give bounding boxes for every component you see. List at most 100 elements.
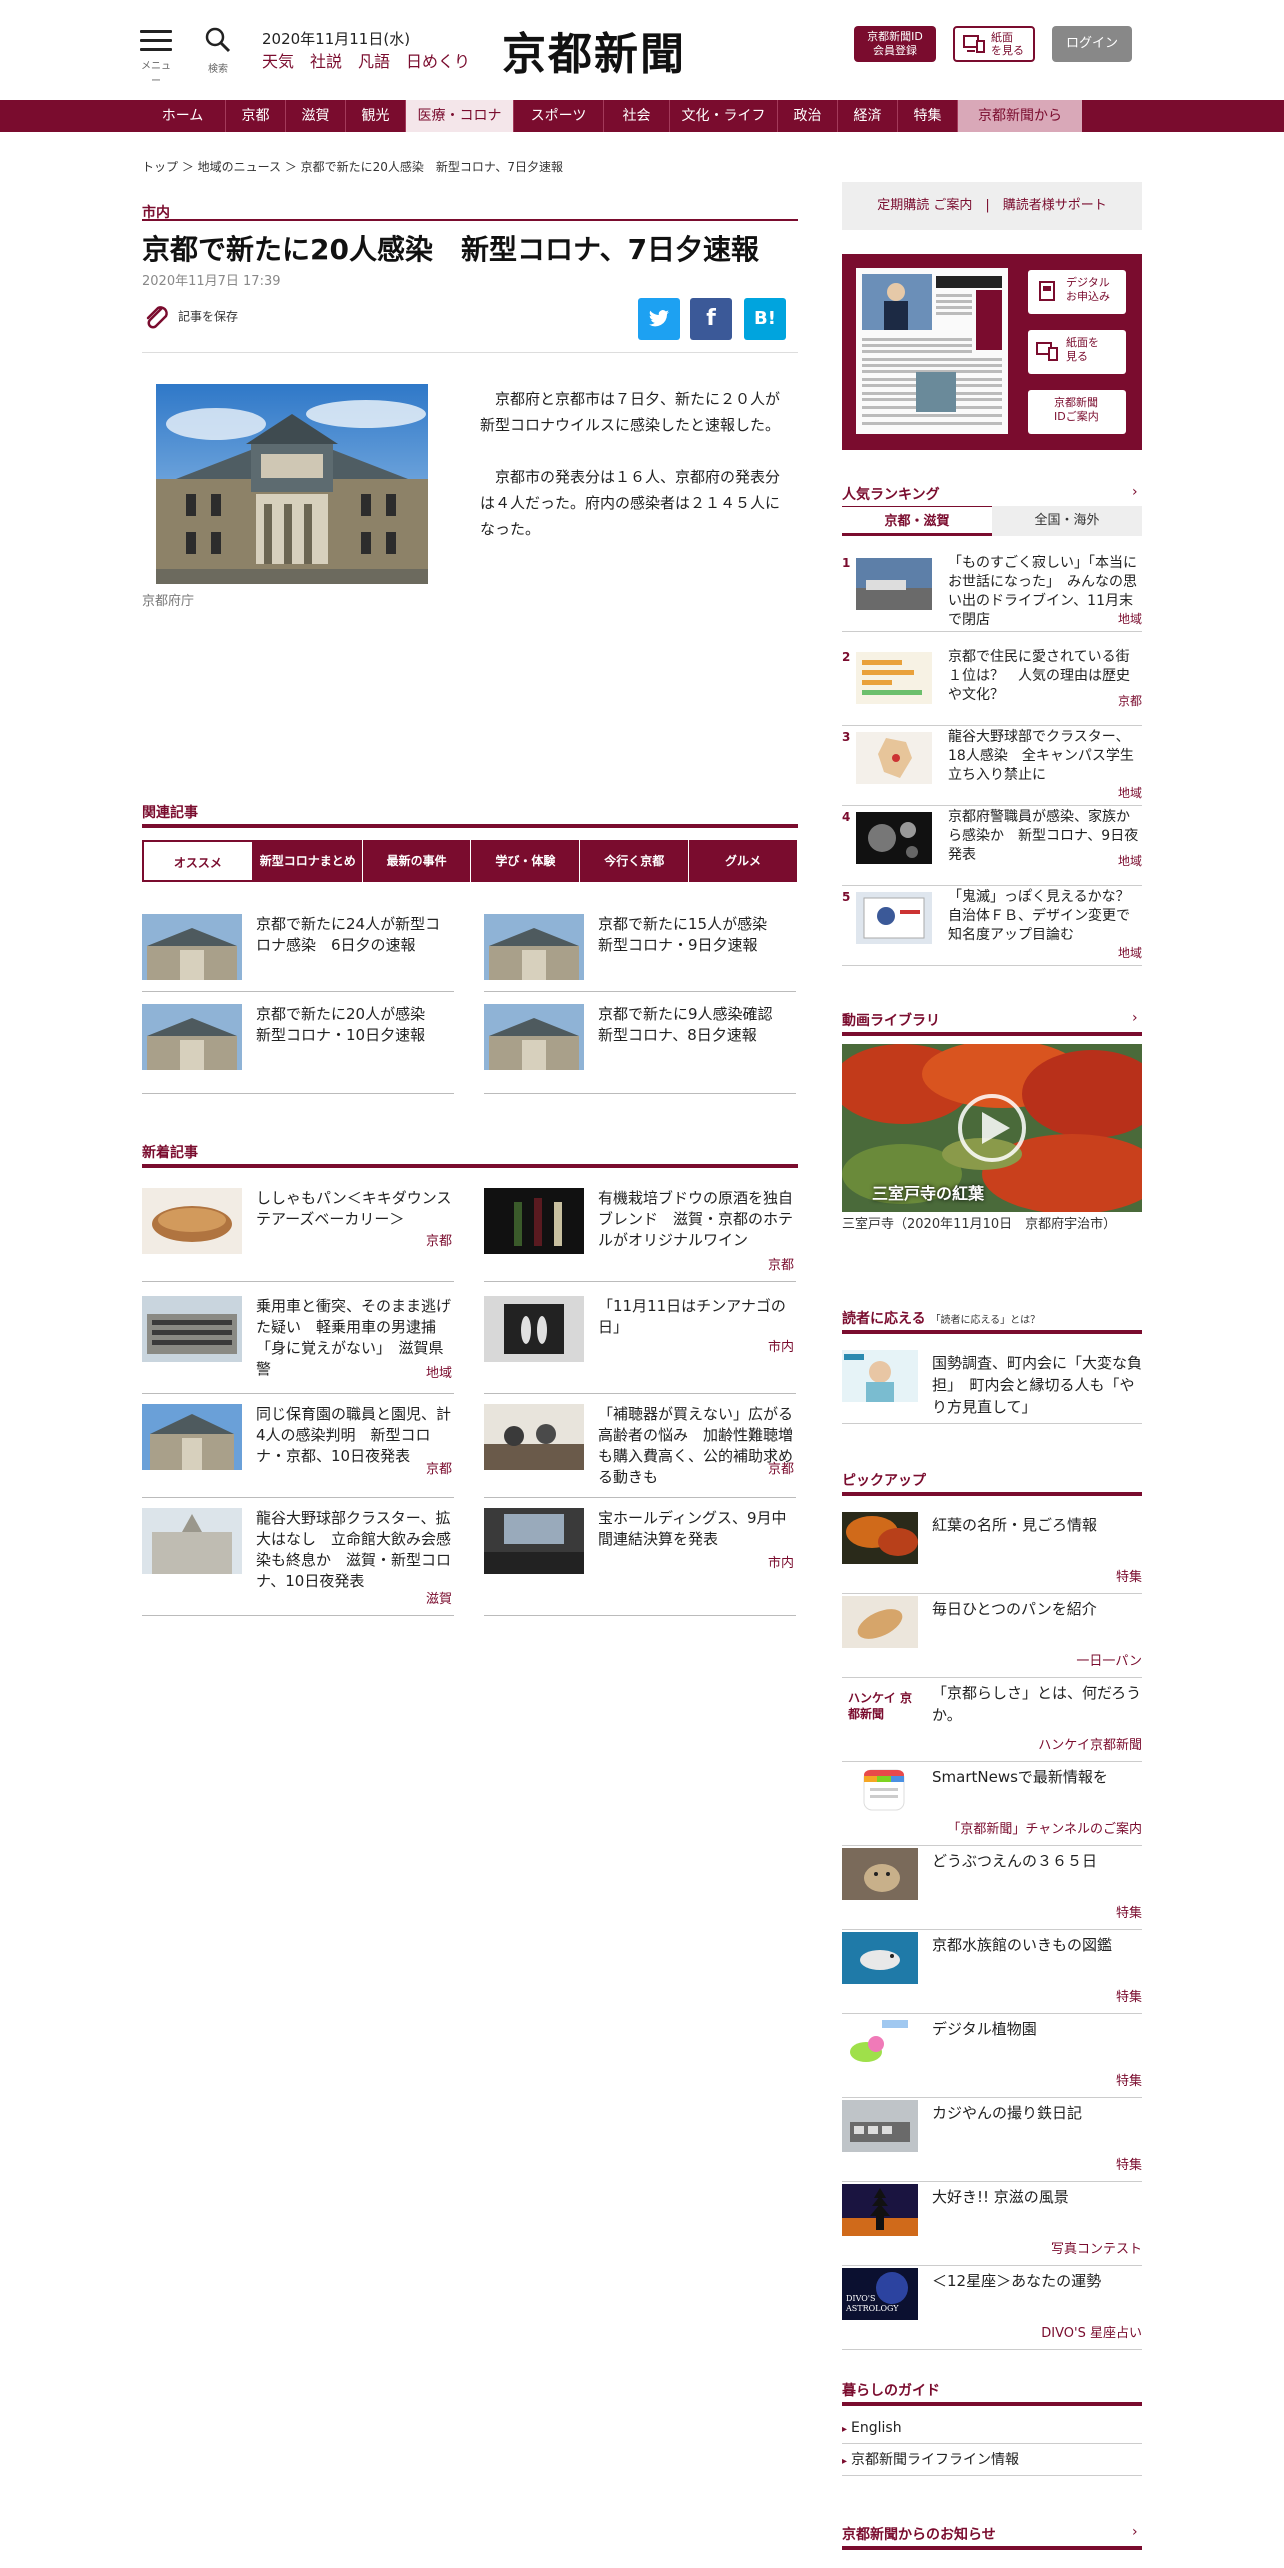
guide-lifeline-link[interactable]: 京都新聞ライフライン情報 (842, 2444, 1142, 2476)
newest-item[interactable]: 有機栽培ブドウの原酒を独自ブレンド 滋賀・京都のホテルがオリジナルワイン 京都 (484, 1188, 796, 1282)
pickup-item[interactable]: どうぶつえんの３６５日 特集 (842, 1846, 1142, 1930)
pickup-item[interactable]: 毎日ひとつのパンを紹介 一日一パン (842, 1594, 1142, 1678)
chevron-right-icon[interactable]: › (1132, 2524, 1138, 2540)
related-item[interactable]: 京都で新たに9人感染確認 新型コロナ、8日夕速報 (484, 1004, 796, 1094)
ranking-item[interactable]: 4 京都府警職員が感染、家族から感染か 新型コロナ、9日夜発表 地域 (842, 808, 1142, 886)
newest-item[interactable]: 乗用車と衝突、そのまま逃げた疑い 軽乗用車の男逮捕「身に覚えがない」 滋賀県警 … (142, 1296, 454, 1394)
rank-number: 1 (842, 556, 851, 570)
pickup-title: カジやんの撮り鉄日記 (932, 2104, 1083, 2122)
editorial-link[interactable]: 社説 (310, 52, 342, 71)
pickup-item[interactable]: カジやんの撮り鉄日記 特集 (842, 2098, 1142, 2182)
guide-english-link[interactable]: English (842, 2412, 1142, 2444)
newest-item[interactable]: 龍谷大野球部クラスター、拡大はなし 立命館大飲み会感染も終息か 滋賀・新型コロナ… (142, 1508, 454, 1616)
ranking-tag: 地域 (1113, 944, 1142, 961)
pickup-item[interactable]: DIVO'S ASTROLOGY ＜12星座＞あなたの運勢 DIVO'S 星座占… (842, 2266, 1142, 2350)
chevron-right-icon[interactable]: › (1132, 1010, 1138, 1026)
ranking-tab-national[interactable]: 全国・海外 (992, 506, 1142, 536)
notice-rule (842, 2546, 1142, 2550)
newest-tag: 京都 (767, 1462, 794, 1477)
ranking-tab-kyoto-shiga[interactable]: 京都・滋賀 (842, 506, 992, 536)
video-title: 三室戸寺の紅葉 (872, 1184, 985, 1203)
newest-heading: 新着記事 (142, 1145, 198, 1161)
nav-kyoto[interactable]: 京都 (226, 100, 286, 132)
view-paper-button[interactable]: 紙面 を見る (953, 26, 1035, 62)
ranking-item[interactable]: 5 「鬼滅」っぽく見えるかな？ 自治体ＦＢ、デザイン変更で知名度アップ目論む 地… (842, 888, 1144, 966)
ranking-item[interactable]: 3 龍谷大野球部でクラスター、18人感染 全キャンパス学生立ち入り禁止に 地域 (842, 728, 1142, 806)
nav-tokushu[interactable]: 特集 (898, 100, 958, 132)
newest-title: 有機栽培ブドウの原酒を独自ブレンド 滋賀・京都のホテルがオリジナルワイン (598, 1189, 794, 1249)
weather-link[interactable]: 天気 (262, 52, 294, 71)
subscription-links[interactable]: 定期購読 ご案内 | 購読者様サポート (842, 182, 1142, 230)
pickup-rule (842, 1492, 1142, 1496)
id-register-button[interactable]: 京都新聞ID 会員登録 (854, 26, 936, 62)
id-guide-button[interactable]: 京都新聞 IDご案内 (1028, 390, 1126, 434)
nav-shakai[interactable]: 社会 (604, 100, 670, 132)
twitter-share-button[interactable] (638, 298, 680, 340)
tab-gourmet[interactable]: グルメ (689, 840, 798, 882)
breadcrumb[interactable]: トップ ＞ 地域のニュース ＞ 京都で新たに20人感染 新型コロナ、7日夕速報 (142, 158, 563, 175)
nav-from-kyoto-np[interactable]: 京都新聞から (958, 100, 1082, 132)
menu-caption: メニュー (141, 61, 171, 87)
related-item[interactable]: 京都で新たに15人が感染 新型コロナ・9日夕速報 (484, 914, 796, 992)
ranking-item[interactable]: 1 「ものすごく寂しい」「本当にお世話になった」 みんなの思い出のドライブイン、… (842, 554, 1142, 632)
reader-item[interactable]: 国勢調査、町内会に「大変な負担」 町内会と縁切る人も「やり方見直して」 (842, 1348, 1142, 1424)
newspaper-preview[interactable] (856, 268, 1008, 434)
newest-tag: 京都 (767, 1258, 794, 1273)
site-logo[interactable]: 京都新聞 (502, 18, 686, 82)
related-item[interactable]: 京都で新たに24人が新型コロナ感染 6日夕の速報 (142, 914, 454, 992)
video-player[interactable]: 三室戸寺の紅葉 (842, 1044, 1142, 1212)
bongo-link[interactable]: 凡語 (358, 52, 390, 71)
newest-item[interactable]: 「補聴器が買えない」広がる高齢者の悩み 加齢性難聴増も購入費高く、公的補助求める… (484, 1404, 796, 1498)
tab-latest-incidents[interactable]: 最新の事件 (362, 840, 472, 882)
pickup-title: 大好き!! 京滋の風景 (932, 2188, 1069, 2206)
pickup-item[interactable]: 紅葉の名所・見ごろ情報 特集 (842, 1510, 1142, 1594)
nav-keizai[interactable]: 経済 (838, 100, 898, 132)
tab-corona-summary[interactable]: 新型コロナまとめ (253, 840, 363, 882)
tab-kyoto-now[interactable]: 今行く京都 (580, 840, 690, 882)
photo-caption: 京都府庁 (142, 594, 195, 609)
article-photo[interactable] (156, 384, 428, 584)
ranking-thumb (856, 558, 932, 610)
menu-button[interactable]: メニュー (140, 30, 172, 87)
reader-about-link[interactable]: 「読者に応える」とは？ (930, 1315, 1040, 1326)
view-paper-side-button[interactable]: 紙面を 見る (1028, 330, 1126, 374)
calendar-link[interactable]: 日めくり (406, 52, 470, 71)
search-icon (205, 27, 231, 53)
nav-bunka[interactable]: 文化・ライフ (670, 100, 778, 132)
newest-item[interactable]: 宝ホールディングス、9月中間連結決算を発表 市内 (484, 1508, 796, 1616)
related-title: 京都で新たに24人が新型コロナ感染 6日夕の速報 (256, 915, 441, 954)
nav-iryo-corona[interactable]: 医療・コロナ (406, 100, 514, 132)
pickup-item[interactable]: 京都水族館のいきもの図鑑 特集 (842, 1930, 1142, 2014)
facebook-share-button[interactable]: f (690, 298, 732, 340)
nav-seiji[interactable]: 政治 (778, 100, 838, 132)
reader-heading-text: 読者に応える (842, 1311, 926, 1327)
shimen-line1: 紙面 (991, 31, 1013, 44)
pickup-item[interactable]: 大好き!! 京滋の風景 写真コンテスト (842, 2182, 1142, 2266)
video-rule (842, 1032, 1142, 1036)
nav-home[interactable]: ホーム (140, 100, 226, 132)
pickup-item[interactable]: ハンケイ 京都新聞 「京都らしさ」とは、何だろうか。 ハンケイ京都新聞 (842, 1678, 1142, 1762)
ranking-title: 「鬼滅」っぽく見えるかな？ 自治体ＦＢ、デザイン変更で知名度アップ目論む (948, 889, 1144, 943)
digital-apply-button[interactable]: デジタル お申込み (1028, 270, 1126, 314)
hatena-bookmark-button[interactable]: B! (744, 298, 786, 340)
ranking-thumb (856, 892, 932, 944)
chevron-right-icon[interactable]: › (1132, 484, 1138, 500)
nav-kanko[interactable]: 観光 (346, 100, 406, 132)
pickup-thumb (842, 1932, 918, 1984)
rank-number: 2 (842, 650, 851, 664)
search-button[interactable]: 検索 (200, 26, 236, 75)
pickup-item[interactable]: デジタル植物園 特集 (842, 2014, 1142, 2098)
save-article-button[interactable]: 記事を保存 (142, 302, 238, 332)
tab-osusume[interactable]: オススメ (142, 840, 254, 882)
pickup-item[interactable]: SmartNewsで最新情報を 「京都新聞」チャンネルのご案内 (842, 1762, 1142, 1846)
newest-item[interactable]: ししゃもパン＜キキダウンステアーズベーカリー＞ 京都 (142, 1188, 454, 1282)
article-date: 2020年11月7日 17:39 (142, 274, 281, 289)
newest-item[interactable]: 同じ保育園の職員と園児、計4人の感染判明 新型コロナ・京都、10日夜発表 京都 (142, 1404, 454, 1498)
nav-sports[interactable]: スポーツ (514, 100, 604, 132)
related-item[interactable]: 京都で新たに20人が感染 新型コロナ・10日夕速報 (142, 1004, 454, 1094)
login-button[interactable]: ログイン (1052, 26, 1132, 62)
nav-shiga[interactable]: 滋賀 (286, 100, 346, 132)
tab-learning[interactable]: 学び・体験 (471, 840, 581, 882)
ranking-item[interactable]: 2 京都で住民に愛されている街１位は？ 人気の理由は歴史や文化？ 京都 (842, 648, 1142, 726)
newest-item[interactable]: 「11月11日はチンアナゴの日」 市内 (484, 1296, 796, 1394)
